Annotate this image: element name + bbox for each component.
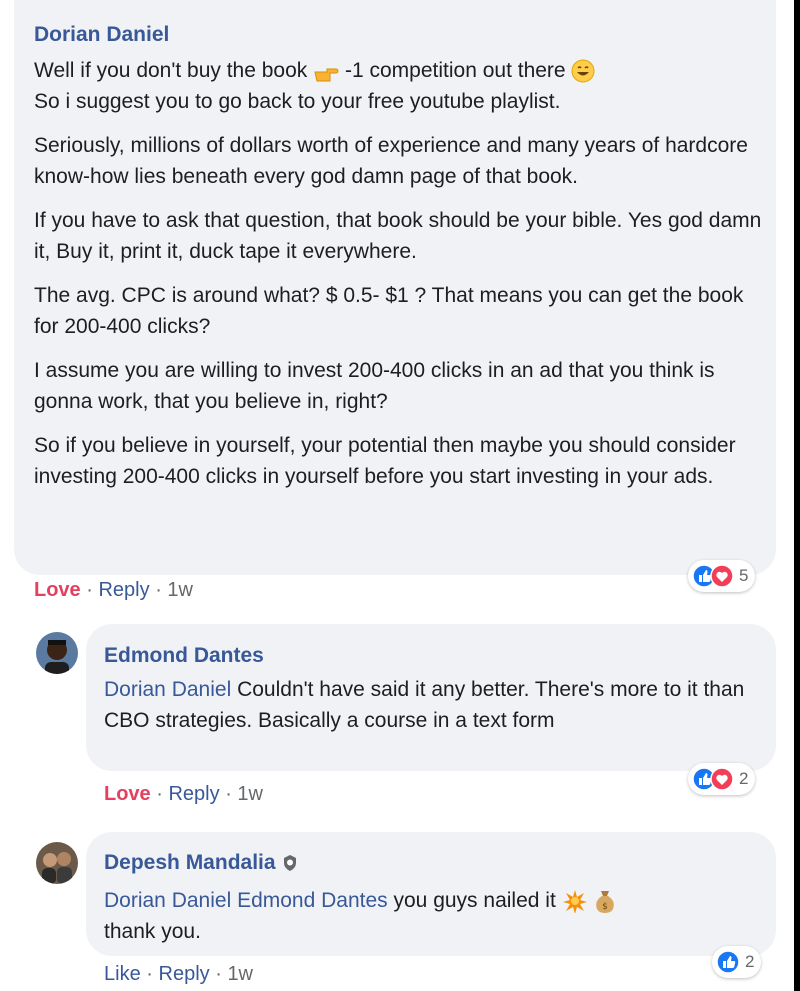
love-button[interactable]: Love [104,783,151,805]
reaction-summary-dorian[interactable]: 5 [688,560,756,592]
comment-para-6: So if you believe in yourself, your pote… [34,434,736,488]
comment-actions-dorian: Love · Reply · 1w [34,579,193,602]
money-bag-emoji-icon: $ [596,891,615,914]
reply-actions-edmond: Love · Reply · 1w [104,783,263,806]
mention-dorian[interactable]: Dorian Daniel [104,889,231,912]
comment-timestamp[interactable]: 1w [167,579,193,601]
reply-button[interactable]: Reply [168,783,219,805]
avatar-edmond[interactable] [36,632,78,674]
comment-line1-a: Well if you don't buy the book [34,59,308,82]
collision-emoji-icon [562,890,587,914]
reply-author-edmond[interactable]: Edmond Dantes [104,644,264,668]
grinning-face-emoji-icon [571,59,595,83]
mention-dorian[interactable]: Dorian Daniel [104,678,231,701]
reaction-count: 5 [739,566,749,585]
comment-line2: So i suggest you to go back to your free… [34,90,561,113]
love-reaction-icon [710,564,734,588]
reply-button[interactable]: Reply [159,963,210,985]
separator: · [146,963,153,985]
love-button[interactable]: Love [34,579,81,601]
love-reaction-icon [710,767,734,791]
separator: · [155,579,162,601]
separator: · [215,963,222,985]
reaction-summary-depesh[interactable]: 2 [712,946,762,978]
reply-body-depesh: you guys nailed it [387,889,556,912]
window-edge [794,0,800,991]
reply-body-depesh-2: thank you. [104,920,201,943]
like-button[interactable]: Like [104,963,141,985]
like-reaction-icon [716,950,740,974]
reaction-count: 2 [745,952,755,971]
separator: · [86,579,93,601]
reaction-count: 2 [739,769,749,788]
comment-author-dorian[interactable]: Dorian Daniel [34,23,169,47]
comment-para-4: The avg. CPC is around what? $ 0.5- $1 ?… [34,284,744,338]
mention-edmond[interactable]: Edmond Dantes [237,889,388,912]
reply-author-depesh[interactable]: Depesh Mandalia [104,851,299,875]
reply-text-depesh: Dorian Daniel Edmond Dantes you guys nai… [104,885,764,947]
admin-badge-icon [284,855,297,872]
reply-button[interactable]: Reply [98,579,149,601]
reply-text-edmond: Dorian Daniel Couldn't have said it any … [104,674,764,736]
avatar-depesh[interactable] [36,842,78,884]
comment-para-3: If you have to ask that question, that b… [34,209,762,263]
reply-timestamp[interactable]: 1w [227,963,253,985]
separator: · [156,783,163,805]
pointing-hand-emoji-icon [314,68,339,82]
reaction-summary-edmond[interactable]: 2 [688,763,756,795]
comment-para-5: I assume you are willing to invest 200-4… [34,359,715,413]
comment-line1-b: -1 competition out there [344,59,566,82]
comment-para-2: Seriously, millions of dollars worth of … [34,134,748,188]
svg-text:$: $ [603,902,609,912]
comment-text-dorian: Well if you don't buy the book -1 compet… [34,55,764,505]
reply-author-depesh-name[interactable]: Depesh Mandalia [104,851,276,874]
reply-timestamp[interactable]: 1w [237,783,263,805]
separator: · [225,783,232,805]
reply-actions-depesh: Like · Reply · 1w [104,963,253,986]
